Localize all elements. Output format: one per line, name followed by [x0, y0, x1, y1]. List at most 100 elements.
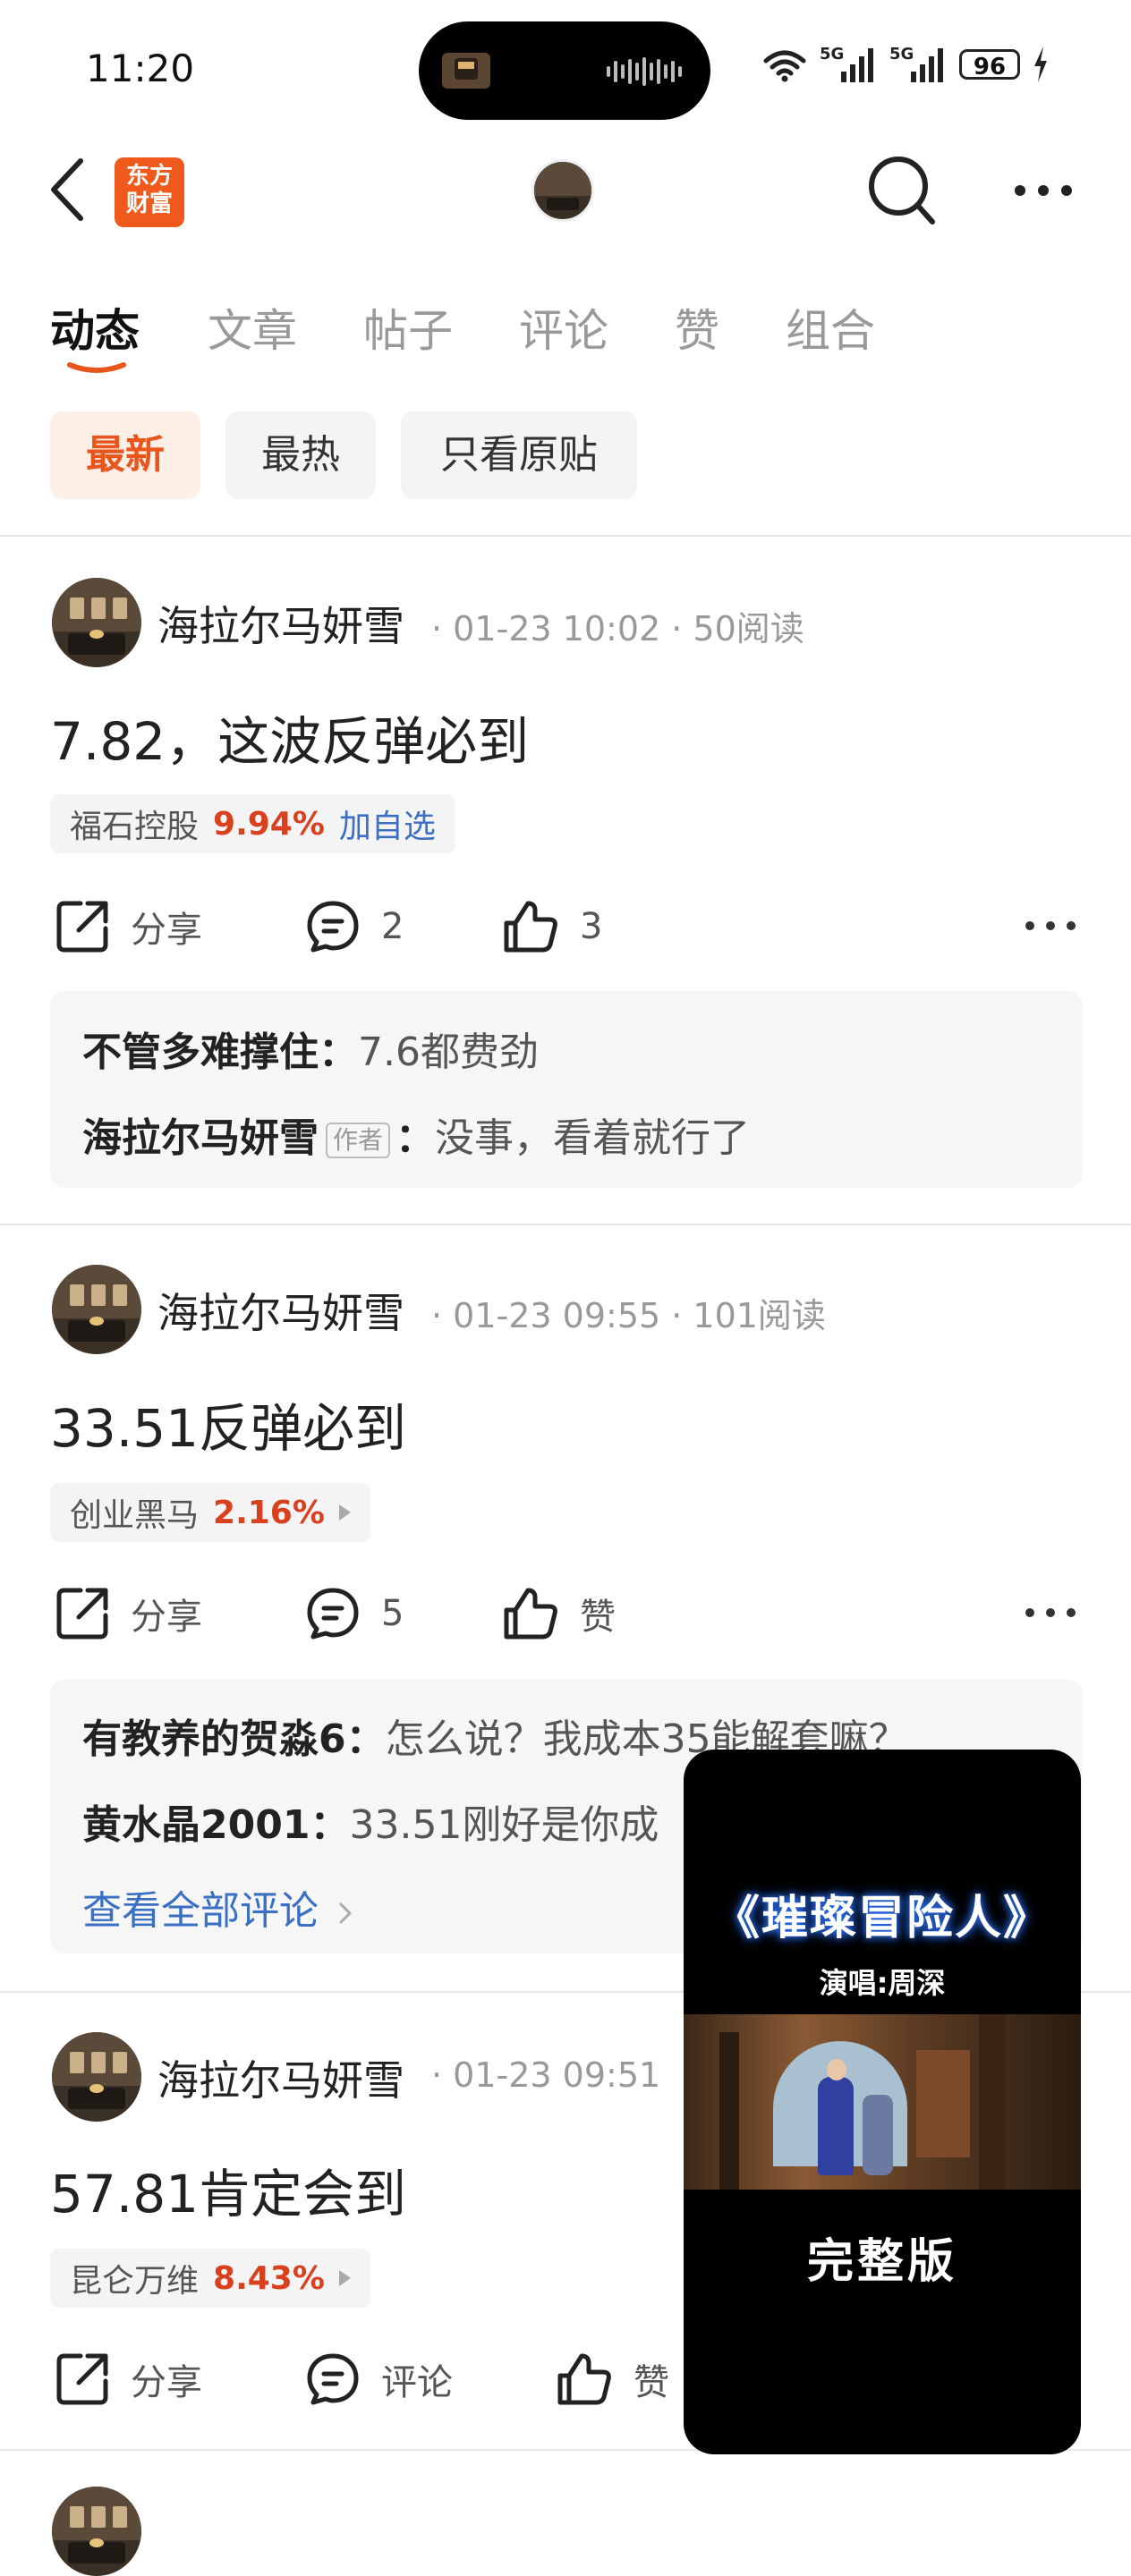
commenter-name[interactable]: 黄水晶2001 [82, 1802, 310, 1848]
stock-chip[interactable]: 创业黑马 2.16% [50, 1483, 370, 1542]
commenter-name[interactable]: 海拉尔马妍雪 [82, 1115, 319, 1161]
status-time: 11:20 [86, 47, 195, 90]
comment-line[interactable]: 海拉尔马妍雪 作者 ：没事，看着就行了 [82, 1106, 750, 1163]
comment-text: 33.51刚好是你成 [349, 1802, 659, 1848]
search-icon[interactable] [866, 154, 938, 229]
comment-line[interactable]: 黄水晶2001：33.51刚好是你成 [82, 1792, 659, 1850]
comment-button[interactable]: 评论 [304, 2351, 453, 2408]
video-subtitle: 演唱:周深 [819, 1966, 946, 2000]
thumbs-up-icon [504, 1588, 557, 1640]
stock-chip[interactable]: 福石控股 9.94% 加自选 [50, 794, 455, 853]
post-meta: · 01-23 09:55 · 101阅读 [431, 1296, 826, 1335]
media-thumbnail [442, 53, 490, 89]
comment-icon [307, 1588, 359, 1640]
like-label: 赞 [634, 2362, 669, 2403]
divider [0, 1224, 1131, 1225]
share-label: 分享 [131, 2362, 202, 2403]
audio-wave-icon [607, 57, 682, 86]
like-button[interactable]: 赞 [555, 2351, 669, 2408]
filter-original-only[interactable]: 只看原贴 [401, 411, 637, 499]
author-name[interactable]: 海拉尔马妍雪 [157, 2048, 404, 2107]
share-button[interactable]: 分享 [54, 898, 202, 955]
view-all-comments-link[interactable]: 查看全部评论 [82, 1878, 354, 1936]
comment-separator: ： [345, 1716, 386, 1762]
comment-preview[interactable]: 不管多难撑住：7.6都费劲 海拉尔马妍雪 作者 ：没事，看着就行了 [50, 991, 1083, 1188]
stock-name: 创业黑马 [70, 1497, 200, 1534]
post-meta: · 01-23 09:51 [431, 2055, 661, 2095]
divider [0, 535, 1131, 537]
post-more-icon[interactable] [1025, 919, 1076, 932]
post-more-icon[interactable] [1025, 1606, 1076, 1619]
profile-avatar[interactable] [531, 159, 594, 222]
back-arrow-icon[interactable] [48, 157, 88, 222]
comment-count: 5 [381, 1593, 404, 1634]
share-button[interactable]: 分享 [54, 1585, 202, 1642]
thumbs-up-icon [504, 901, 557, 953]
add-watchlist-button[interactable]: 加自选 [339, 801, 436, 847]
floating-video-player[interactable]: 《璀璨冒险人》 演唱:周深 完整版 [684, 1750, 1081, 2454]
tab-articles[interactable]: 文章 [208, 295, 297, 360]
post-text[interactable]: 33.51反弹必到 [50, 1386, 406, 1462]
tab-posts[interactable]: 帖子 [363, 295, 453, 360]
filter-latest[interactable]: 最新 [50, 411, 200, 499]
video-title: 《璀璨冒险人》 [712, 1892, 1051, 1945]
share-label: 分享 [131, 1597, 202, 1638]
charging-icon [1034, 47, 1047, 82]
commenter-name[interactable]: 不管多难撑住 [82, 1030, 319, 1075]
author-badge: 作者 [326, 1123, 391, 1158]
stock-change: 2.16% [213, 1494, 325, 1531]
author-name[interactable]: 海拉尔马妍雪 [157, 1281, 404, 1340]
comment-separator: ： [310, 1802, 350, 1848]
comment-button[interactable]: 5 [304, 1585, 404, 1642]
stock-change: 8.43% [213, 2259, 325, 2297]
status-icons: 5G 5G 96 [762, 45, 1049, 84]
author-name[interactable]: 海拉尔马妍雪 [157, 594, 404, 653]
comment-text: 7.6都费劲 [358, 1030, 539, 1075]
commenter-name[interactable]: 有教养的贺淼6 [82, 1716, 346, 1762]
tab-likes[interactable]: 赞 [675, 295, 719, 360]
comment-count: 2 [381, 906, 404, 947]
app-logo: 东方 财富 [115, 157, 184, 227]
like-label: 赞 [580, 1597, 616, 1638]
share-icon [56, 2353, 108, 2405]
stock-name: 昆仑万维 [70, 2263, 200, 2300]
comment-separator: ： [395, 1115, 436, 1161]
signal-5g-icon-1: 5G [820, 45, 877, 84]
video-frame [684, 2014, 1081, 2190]
author-avatar[interactable] [52, 2032, 141, 2122]
tab-portfolio[interactable]: 组合 [786, 295, 875, 360]
comment-icon [307, 2353, 359, 2405]
comment-line[interactable]: 不管多难撑住：7.6都费劲 [82, 1020, 539, 1077]
author-avatar[interactable] [52, 1265, 141, 1354]
signal-5g-icon-2: 5G [889, 45, 947, 84]
comment-label: 评论 [381, 2362, 453, 2403]
battery-level: 96 [959, 49, 1020, 80]
more-options-icon[interactable] [1015, 184, 1072, 197]
stock-chip[interactable]: 昆仑万维 8.43% [50, 2249, 370, 2308]
like-count: 3 [580, 906, 603, 947]
tab-comments[interactable]: 评论 [519, 295, 608, 360]
like-button[interactable]: 3 [501, 898, 602, 955]
chevron-right-icon [339, 1902, 352, 1924]
share-button[interactable]: 分享 [54, 2351, 202, 2408]
comment-button[interactable]: 2 [304, 898, 404, 955]
share-label: 分享 [131, 910, 202, 951]
active-tab-indicator [67, 362, 126, 373]
chevron-right-icon [338, 2270, 351, 2286]
post-meta: · 01-23 10:02 · 50阅读 [431, 609, 804, 648]
like-button[interactable]: 赞 [501, 1585, 616, 1642]
tab-dynamic[interactable]: 动态 [50, 295, 140, 360]
author-avatar[interactable] [52, 578, 141, 667]
filter-hottest[interactable]: 最热 [225, 411, 376, 499]
dynamic-island[interactable] [419, 21, 710, 120]
comment-separator: ： [319, 1030, 358, 1075]
wifi-icon [763, 50, 806, 82]
share-icon [56, 1588, 108, 1640]
author-avatar[interactable] [52, 2487, 141, 2576]
thumbs-up-icon [557, 2353, 611, 2405]
chevron-right-icon [338, 1504, 351, 1521]
post-text[interactable]: 7.82，这波反弹必到 [50, 699, 529, 775]
post-text[interactable]: 57.81肯定会到 [50, 2152, 406, 2227]
stock-change: 9.94% [213, 805, 325, 843]
view-all-label: 查看全部评论 [82, 1888, 319, 1934]
